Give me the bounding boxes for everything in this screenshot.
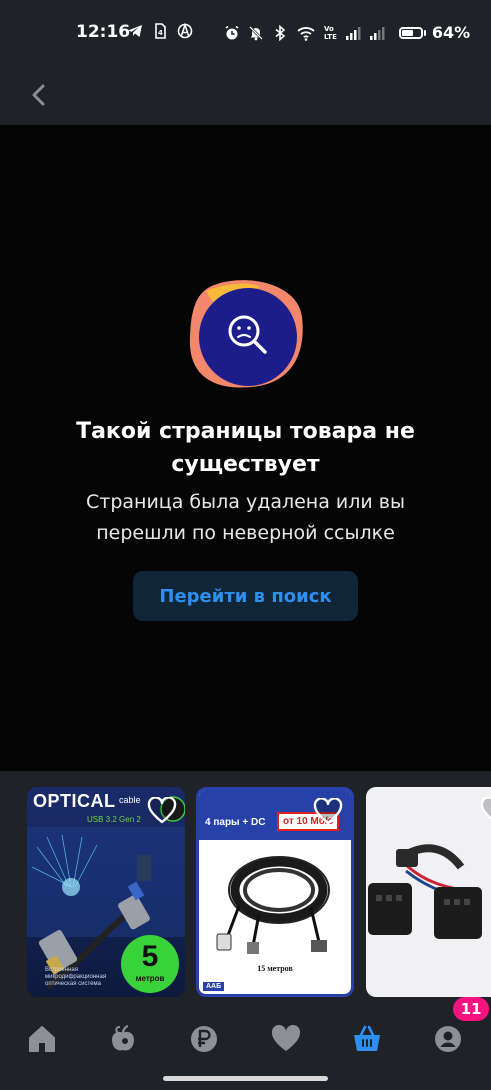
signal-icon (345, 26, 361, 40)
tab-cart[interactable] (347, 1019, 387, 1059)
error-page: Такой страницы товара не существует Стра… (0, 125, 491, 771)
card-title: OPTICAL (33, 791, 116, 811)
profile-notification-badge: 11 (453, 997, 489, 1021)
telegram-icon (128, 25, 142, 37)
battery-fill (401, 29, 414, 36)
tab-catalog[interactable] (103, 1019, 143, 1059)
profile-icon (435, 1026, 461, 1052)
battery-indicator: 64% (398, 23, 471, 42)
not-found-illustration (189, 280, 303, 388)
battery-percent: 64% (431, 23, 471, 42)
tab-home[interactable] (22, 1019, 62, 1059)
tab-favorites[interactable] (266, 1019, 306, 1059)
home-indicator[interactable] (163, 1076, 328, 1081)
product-card[interactable] (366, 787, 491, 997)
go-to-search-button[interactable]: Перейти в поиск (133, 571, 358, 621)
product-image (216, 856, 330, 954)
status-left-icons: 4 (127, 23, 193, 39)
home-icon (29, 1026, 55, 1052)
status-bar: 12:16 4 Vo LTE 64% (0, 0, 491, 64)
product-card[interactable]: OPTICAL cable USB 3.2 Gen 2 5 метров Вст… (27, 787, 185, 997)
battery-tip (423, 29, 426, 36)
card-spec: USB 3.2 Gen 2 (87, 815, 141, 824)
heart-outline-icon (147, 796, 177, 824)
sim-card-icon: 4 (155, 23, 166, 39)
basket-icon (354, 1025, 380, 1051)
error-description: Страница была удалена или вы перешли по … (85, 491, 405, 544)
card-brand: ААБ (203, 982, 225, 991)
recommendations-strip[interactable]: OPTICAL cable USB 3.2 Gen 2 5 метров Вст… (0, 771, 491, 1011)
status-right-icons: Vo LTE 64% (224, 23, 470, 42)
heart-outline-icon (480, 796, 491, 821)
volte-top: Vo (324, 24, 334, 33)
anarchy-a-icon (177, 23, 193, 39)
bluetooth-icon (275, 24, 286, 41)
card-subtitle: cable (119, 795, 141, 805)
signal-icon (369, 26, 385, 40)
status-time: 12:16 (76, 22, 131, 42)
alarm-icon (225, 25, 239, 39)
mute-icon (249, 25, 263, 40)
back-button[interactable] (22, 78, 56, 112)
battery-icon (398, 26, 423, 39)
length-badge-number: 5 (141, 940, 159, 973)
wifi-icon (297, 26, 315, 41)
product-image (368, 844, 482, 939)
apple-icon (112, 1024, 134, 1051)
card-length: 15 метров (257, 964, 293, 973)
heart-outline-icon (313, 797, 343, 825)
length-badge: 5 метров (121, 935, 179, 993)
top-nav (0, 64, 491, 125)
chevron-left-icon (32, 84, 45, 106)
product-card[interactable]: 4 пары + DC от 10 Мб/с 15 метров ААБ (196, 787, 354, 997)
card-footnote: Встроенная микродифракционная оптическая… (45, 967, 107, 987)
favorite-button[interactable] (480, 796, 491, 825)
volte-bottom: LTE (324, 32, 337, 41)
favorite-button[interactable] (147, 796, 177, 825)
length-badge-unit: метров (135, 974, 165, 983)
heart-icon (271, 1025, 301, 1051)
tab-finance[interactable] (184, 1019, 224, 1059)
ruble-icon (191, 1026, 217, 1052)
svg-text:4: 4 (158, 29, 163, 37)
favorite-button[interactable] (313, 797, 343, 826)
volte-label: Vo LTE (324, 25, 337, 41)
card-headline: 4 пары + DC (205, 817, 266, 828)
tab-profile[interactable] (428, 1019, 468, 1059)
error-title: Такой страницы товара не существует (76, 419, 415, 477)
